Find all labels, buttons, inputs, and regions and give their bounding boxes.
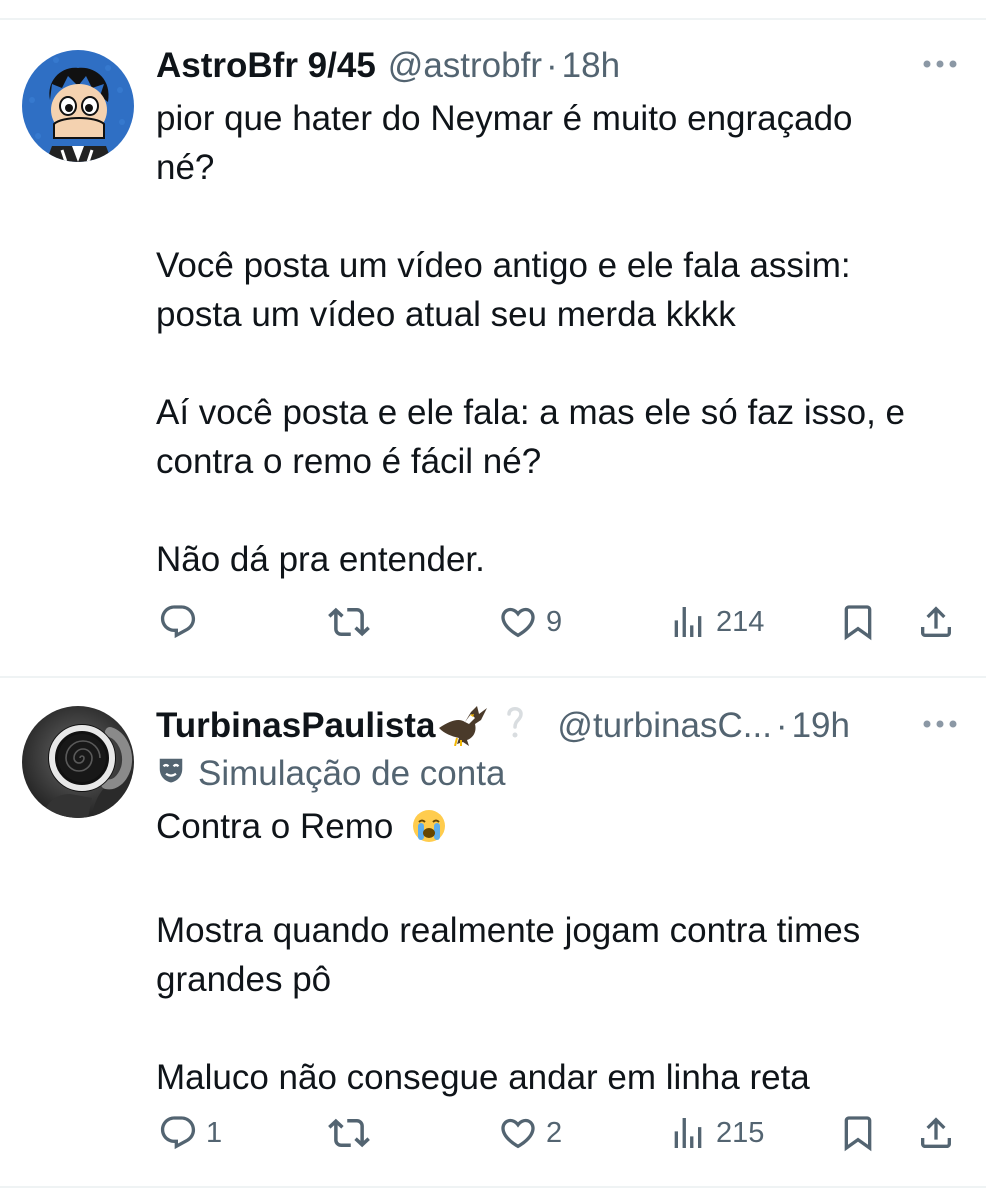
reply-count: 1 <box>206 1116 223 1149</box>
like-button[interactable]: 2 <box>498 1108 562 1158</box>
reply-icon <box>160 605 196 639</box>
tweet-line: Maluco não consegue andar em linha reta <box>156 1058 810 1097</box>
author-handle[interactable]: @astrobfr <box>388 46 542 86</box>
retweet-icon <box>328 1118 370 1148</box>
action-bar: 1 2 215 <box>0 1108 986 1158</box>
retweet-icon <box>328 607 370 637</box>
reply-icon <box>160 1116 196 1150</box>
views-count: 214 <box>716 605 765 638</box>
tweet-header: TurbinasPaulista @turbinasC... · 19h <box>156 704 986 748</box>
tweet-text: pior que hater do Neymar é muito engraça… <box>156 94 956 584</box>
parody-mask-icon <box>156 754 186 794</box>
share-icon <box>921 606 951 637</box>
more-icon[interactable] <box>920 44 960 84</box>
crying-emoji-icon <box>411 808 447 857</box>
views-icon <box>674 607 702 637</box>
tweet-line: posta um vídeo atual seu merda kkkk <box>156 295 736 334</box>
timestamp[interactable]: 18h <box>562 46 620 86</box>
reply-button[interactable] <box>158 597 206 647</box>
tweet-line: grandes pô <box>156 960 332 999</box>
tweet-line: Contra o Remo <box>156 802 956 857</box>
views-icon <box>674 1118 702 1148</box>
like-count: 9 <box>546 605 563 638</box>
like-button[interactable]: 9 <box>498 597 562 647</box>
action-bar: 9 214 <box>0 597 986 647</box>
retweet-button[interactable] <box>328 1108 378 1158</box>
bookmark-button[interactable] <box>838 597 878 647</box>
separator: · <box>775 706 788 745</box>
share-button[interactable] <box>916 1108 956 1158</box>
views-count: 215 <box>716 1116 765 1149</box>
tweet[interactable]: AstroBfr 9/45 @astrobfr · 18h pior que h… <box>0 0 986 676</box>
tweet[interactable]: TurbinasPaulista @turbinasC... · 19h Sim… <box>0 676 986 1186</box>
tweet-line: Você posta um vídeo antigo e ele fala as… <box>156 246 851 285</box>
bookmark-icon <box>844 605 872 641</box>
like-icon <box>501 1118 535 1149</box>
tweet-line: Aí você posta e ele fala: a mas ele só f… <box>156 393 906 432</box>
question-icon <box>503 704 527 749</box>
tweet-text: Contra o Remo Mostra quando realmente jo… <box>156 802 956 1102</box>
views-button[interactable]: 215 <box>668 1108 764 1158</box>
bookmark-icon <box>844 1116 872 1152</box>
eagle-emoji-icon <box>437 702 489 751</box>
author-name[interactable]: TurbinasPaulista <box>156 706 435 746</box>
avatar[interactable] <box>22 706 134 818</box>
tweet-header: AstroBfr 9/45 @astrobfr · 18h <box>156 44 986 88</box>
share-button[interactable] <box>916 597 956 647</box>
tweet-line: Não dá pra entender. <box>156 540 485 579</box>
tweet-line: contra o remo é fácil né? <box>156 442 542 481</box>
tweet-line: né? <box>156 148 215 187</box>
tweet-line: Mostra quando realmente jogam contra tim… <box>156 911 861 950</box>
tweet-line-text: Contra o Remo <box>156 807 394 846</box>
like-icon <box>501 607 535 638</box>
more-icon[interactable] <box>920 704 960 744</box>
bookmark-button[interactable] <box>838 1108 878 1158</box>
reply-button[interactable]: 1 <box>158 1108 222 1158</box>
bottom-divider <box>0 1186 986 1188</box>
parody-label: Simulação de conta <box>156 752 505 796</box>
views-button[interactable]: 214 <box>668 597 764 647</box>
like-count: 2 <box>546 1116 563 1149</box>
tweet-line: pior que hater do Neymar é muito engraça… <box>156 99 853 138</box>
share-icon <box>921 1117 951 1148</box>
timestamp[interactable]: 19h <box>792 706 850 746</box>
author-name[interactable]: AstroBfr 9/45 <box>156 46 376 86</box>
author-handle[interactable]: @turbinasC... <box>557 706 772 746</box>
avatar[interactable] <box>22 50 134 162</box>
separator: · <box>545 46 558 85</box>
parody-label-text: Simulação de conta <box>198 754 506 793</box>
retweet-button[interactable] <box>328 597 378 647</box>
